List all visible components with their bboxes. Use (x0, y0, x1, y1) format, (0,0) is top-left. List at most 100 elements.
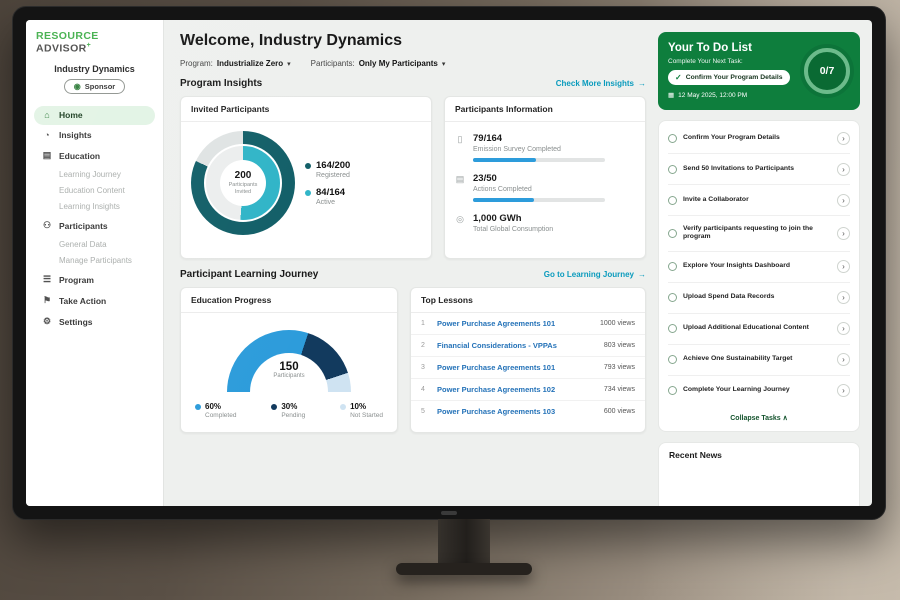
legend-label: Not Started (350, 412, 383, 419)
sidebar-item-insights[interactable]: ◔ Insights (34, 126, 155, 145)
sponsor-badge: ◉ Sponsor (64, 79, 125, 94)
insights-icon: ◔ (42, 130, 52, 140)
page-title: Welcome, Industry Dynamics (180, 32, 646, 50)
sidebar-item-education[interactable]: ▤ Education (34, 146, 155, 166)
lesson-row[interactable]: 2 Financial Considerations - VPPAs 803 v… (411, 335, 645, 357)
learning-cards-row: Education Progress 150 Participants 60% (180, 287, 646, 433)
stat-actions-completed: ▤ 23/50 Actions Completed (455, 173, 635, 202)
donut-legend: 164/200 Registered 84/164 Active (305, 152, 350, 214)
device-icon: ▯ (455, 133, 465, 162)
legend-not-started: 10% Not Started (340, 402, 383, 419)
task-row-achieve-target[interactable]: Achieve One Sustainability Target › (668, 345, 850, 376)
task-row-invite-collaborator[interactable]: Invite a Collaborator › (668, 185, 850, 216)
legend-pct: 10% (350, 402, 366, 411)
task-row-confirm-program[interactable]: Confirm Your Program Details › (668, 123, 850, 154)
sidebar-item-learning-insights[interactable]: Learning Insights (34, 199, 155, 215)
lesson-rank: 5 (421, 408, 429, 415)
legend-dot-active (305, 190, 311, 196)
task-row-complete-learning-journey[interactable]: Complete Your Learning Journey › (668, 376, 850, 406)
chevron-right-icon[interactable]: › (837, 384, 850, 397)
sidebar-item-participants[interactable]: ⚇ Participants (34, 216, 155, 236)
lesson-row[interactable]: 3 Power Purchase Agreements 101 793 view… (411, 357, 645, 379)
lesson-views: 793 views (604, 364, 635, 371)
filters-bar: Program: Industrialize Zero ▾ Participan… (180, 59, 646, 68)
sidebar-item-learning-journey[interactable]: Learning Journey (34, 167, 155, 183)
task-checkbox[interactable] (668, 165, 677, 174)
task-checkbox[interactable] (668, 355, 677, 364)
donut-center: 200 Participants Invited (220, 160, 266, 206)
card-title: Education Progress (181, 288, 397, 313)
sidebar-item-take-action[interactable]: ⚑ Take Action (34, 291, 155, 311)
task-checkbox[interactable] (668, 196, 677, 205)
stat-label: Actions Completed (473, 186, 605, 193)
monitor-stand-neck (438, 519, 490, 567)
monitor-bezel: RESOURCE ADVISOR+ Industry Dynamics ◉ Sp… (12, 6, 886, 520)
task-checkbox[interactable] (668, 386, 677, 395)
section-title: Program Insights (180, 78, 262, 89)
task-label: Send 50 Invitations to Participants (683, 165, 831, 174)
settings-icon: ⚙ (42, 316, 52, 327)
lesson-title-link[interactable]: Power Purchase Agreements 101 (437, 363, 596, 372)
program-select[interactable]: Program: Industrialize Zero ▾ (180, 59, 291, 68)
chevron-right-icon[interactable]: › (837, 194, 850, 207)
stat-value: 79/164 (473, 133, 605, 144)
chevron-right-icon[interactable]: › (837, 291, 850, 304)
task-checkbox[interactable] (668, 262, 677, 271)
lesson-title-link[interactable]: Power Purchase Agreements 101 (437, 319, 592, 328)
next-task-pill[interactable]: ✓ Confirm Your Program Details (668, 70, 790, 85)
task-checkbox[interactable] (668, 324, 677, 333)
task-checkbox[interactable] (668, 134, 677, 143)
check-more-insights-link[interactable]: Check More Insights → (556, 79, 646, 88)
legend-pct: 60% (205, 402, 221, 411)
chevron-right-icon[interactable]: › (837, 322, 850, 335)
task-row-explore-insights[interactable]: Explore Your Insights Dashboard › (668, 252, 850, 283)
gauge-legend: 60% Completed 30% Pending 10% Not Starte… (191, 396, 387, 423)
task-row-send-invitations[interactable]: Send 50 Invitations to Participants › (668, 154, 850, 185)
task-checkbox[interactable] (668, 293, 677, 302)
task-row-upload-spend-data[interactable]: Upload Spend Data Records › (668, 283, 850, 314)
legend-label: Completed (205, 412, 236, 419)
sidebar-item-general-data[interactable]: General Data (34, 237, 155, 253)
sidebar-item-program[interactable]: ☰ Program (34, 270, 155, 290)
lesson-title-link[interactable]: Power Purchase Agreements 102 (437, 385, 596, 394)
sidebar-item-education-content[interactable]: Education Content (34, 183, 155, 199)
sidebar-item-settings[interactable]: ⚙ Settings (34, 312, 155, 332)
logo-resource: RESOURCE (36, 30, 99, 42)
lesson-rank: 4 (421, 386, 429, 393)
chevron-right-icon[interactable]: › (837, 163, 850, 176)
program-icon: ☰ (42, 274, 52, 285)
lesson-row[interactable]: 1 Power Purchase Agreements 101 1000 vie… (411, 313, 645, 335)
sidebar-item-manage-participants[interactable]: Manage Participants (34, 253, 155, 269)
stat-label: Emission Survey Completed (473, 146, 605, 153)
legend-label: Pending (281, 412, 305, 419)
task-checkbox[interactable] (668, 229, 677, 238)
participants-icon: ⚇ (42, 220, 52, 231)
lesson-row[interactable]: 4 Power Purchase Agreements 102 734 view… (411, 379, 645, 401)
task-row-upload-educational-content[interactable]: Upload Additional Educational Content › (668, 314, 850, 345)
chevron-right-icon[interactable]: › (837, 132, 850, 145)
chevron-right-icon[interactable]: › (837, 227, 850, 240)
tasks-card: Confirm Your Program Details › Send 50 I… (658, 120, 860, 432)
task-row-verify-participants[interactable]: Verify participants requesting to join t… (668, 216, 850, 252)
participants-select[interactable]: Participants: Only My Participants ▾ (311, 59, 446, 68)
go-to-learning-journey-link[interactable]: Go to Learning Journey → (544, 270, 646, 279)
lesson-views: 803 views (604, 342, 635, 349)
stat-global-consumption: ◎ 1,000 GWh Total Global Consumption (455, 213, 635, 238)
sidebar-item-home[interactable]: ⌂ Home (34, 106, 155, 125)
logo-plus: + (87, 42, 92, 49)
lesson-row[interactable]: 5 Power Purchase Agreements 103 600 view… (411, 401, 645, 422)
todo-progress-count: 0/7 (820, 65, 835, 77)
collapse-tasks-button[interactable]: Collapse Tasks ∧ (668, 406, 850, 431)
task-label: Achieve One Sustainability Target (683, 355, 831, 364)
card-title: Top Lessons (411, 288, 645, 313)
task-label: Upload Additional Educational Content (683, 324, 831, 333)
lesson-title-link[interactable]: Financial Considerations - VPPAs (437, 341, 596, 350)
sponsor-icon: ◉ (74, 82, 81, 91)
chevron-right-icon[interactable]: › (837, 353, 850, 366)
top-lessons-card: Top Lessons 1 Power Purchase Agreements … (410, 287, 646, 433)
lessons-list: 1 Power Purchase Agreements 101 1000 vie… (411, 313, 645, 422)
chevron-right-icon[interactable]: › (837, 260, 850, 273)
lesson-title-link[interactable]: Power Purchase Agreements 103 (437, 407, 596, 416)
todo-hero-card: Your To Do List Complete Your Next Task:… (658, 32, 860, 110)
sidebar-item-label: Home (59, 110, 83, 120)
